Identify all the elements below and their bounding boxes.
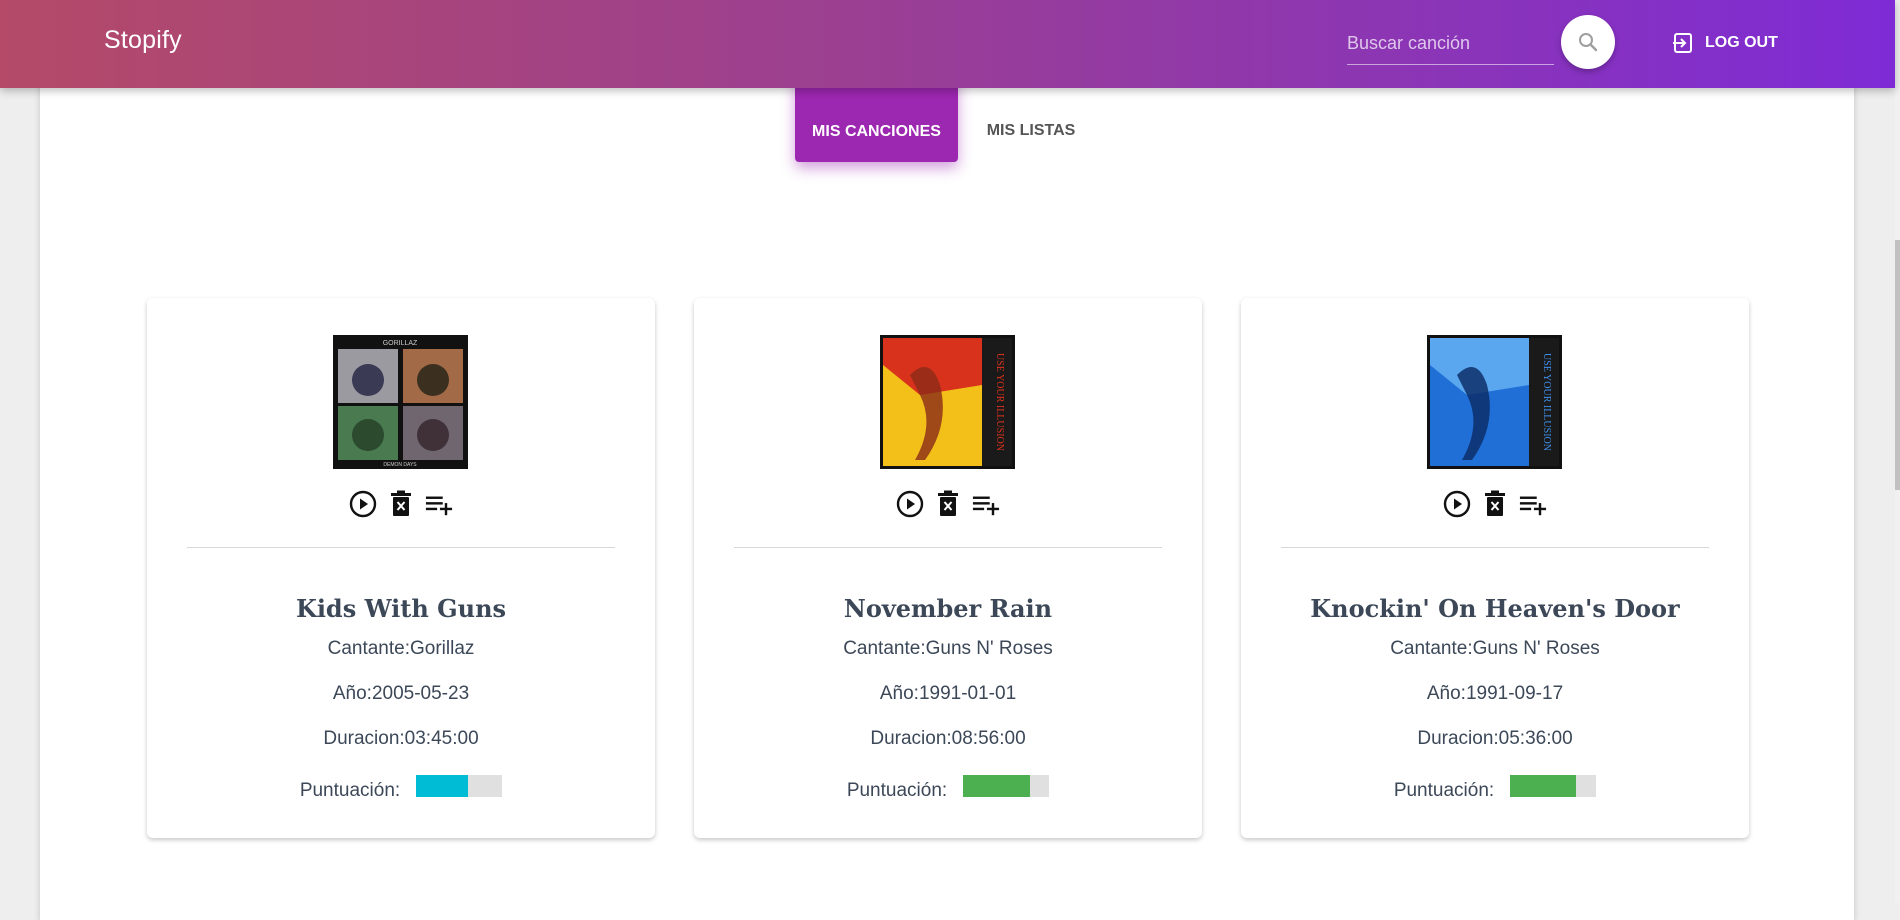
playlist-add-icon [1519,496,1547,516]
song-year: Año:1991-01-01 [879,683,1017,704]
song-duration: Duracion:08:56:00 [870,728,1026,749]
rating-bar [416,775,503,797]
rating-bar-fill [416,775,468,797]
search-field [1347,24,1554,65]
song-card: USE YOUR ILLUSION November Rain Cantante… [694,298,1202,838]
song-card: GORILLAZ DEMON DAYS Kids With Guns Canta… [147,298,655,838]
delete-button[interactable] [934,490,962,518]
search-icon [1579,33,1598,52]
logout-button[interactable]: LOG OUT [1671,28,1778,58]
divider [187,547,615,548]
song-duration: Duracion:03:45:00 [323,728,479,749]
scrollbar-thumb[interactable] [1895,240,1900,490]
song-duration: Duracion:05:36:00 [1417,728,1573,749]
song-year: Año:1991-09-17 [1426,683,1564,704]
delete-button[interactable] [387,490,415,518]
song-card: USE YOUR ILLUSION Knockin' On Heaven's D… [1241,298,1749,838]
delete-forever-icon [391,490,411,516]
logout-icon [1673,33,1692,53]
add-to-playlist-button[interactable] [425,490,453,518]
svg-text:DEMON DAYS: DEMON DAYS [383,462,417,468]
rating-label: Puntuación: [299,780,401,801]
rating-label: Puntuación: [1393,780,1495,801]
song-actions [694,490,1202,518]
rating-label: Puntuación: [846,780,948,801]
brand-logo[interactable]: Stopify [104,26,182,55]
tab-mis-listas[interactable]: MIS LISTAS [976,122,1086,140]
song-title: November Rain [843,594,1053,623]
rating-bar-fill [1510,775,1576,797]
play-button[interactable] [1443,490,1471,518]
song-singer: Cantante:Gorillaz [327,638,475,659]
rating-bar [1510,775,1597,797]
navbar: Stopify LOG OUT [0,0,1895,88]
logout-label: LOG OUT [1705,34,1778,51]
divider [1281,547,1709,548]
svg-text:GORILLAZ: GORILLAZ [383,340,418,347]
song-rating: Puntuación: [1241,770,1749,802]
play-button[interactable] [896,490,924,518]
tab-mis-canciones-label: MIS CANCIONES [812,123,941,140]
album-cover-use-your-illusion-1: USE YOUR ILLUSION [880,335,1015,469]
album-cover-use-your-illusion-2: USE YOUR ILLUSION [1427,335,1562,469]
song-singer: Cantante:Guns N' Roses [1390,638,1600,659]
playlist-add-icon [425,496,453,516]
delete-button[interactable] [1481,490,1509,518]
play-circle-icon [896,490,924,518]
song-singer: Cantante:Guns N' Roses [843,638,1053,659]
play-button[interactable] [349,490,377,518]
song-title: Knockin' On Heaven's Door [1310,594,1680,623]
song-rating: Puntuación: [147,770,655,802]
delete-forever-icon [1485,490,1505,516]
rating-bar-fill [963,775,1031,797]
svg-text:USE YOUR ILLUSION: USE YOUR ILLUSION [994,353,1005,451]
play-circle-icon [1443,490,1471,518]
add-to-playlist-button[interactable] [972,490,1000,518]
album-cover-demon-days: GORILLAZ DEMON DAYS [333,335,468,469]
scrollbar-track[interactable] [1895,88,1900,903]
play-circle-icon [349,490,377,518]
rating-bar [963,775,1050,797]
song-title: Kids With Guns [295,594,507,623]
add-to-playlist-button[interactable] [1519,490,1547,518]
divider [734,547,1162,548]
song-actions [1241,490,1749,518]
song-actions [147,490,655,518]
search-input[interactable] [1347,24,1554,62]
playlist-add-icon [972,496,1000,516]
song-rating: Puntuación: [694,770,1202,802]
song-year: Año:2005-05-23 [332,683,470,704]
search-button[interactable] [1561,15,1615,69]
delete-forever-icon [938,490,958,516]
svg-text:USE YOUR ILLUSION: USE YOUR ILLUSION [1541,353,1552,451]
